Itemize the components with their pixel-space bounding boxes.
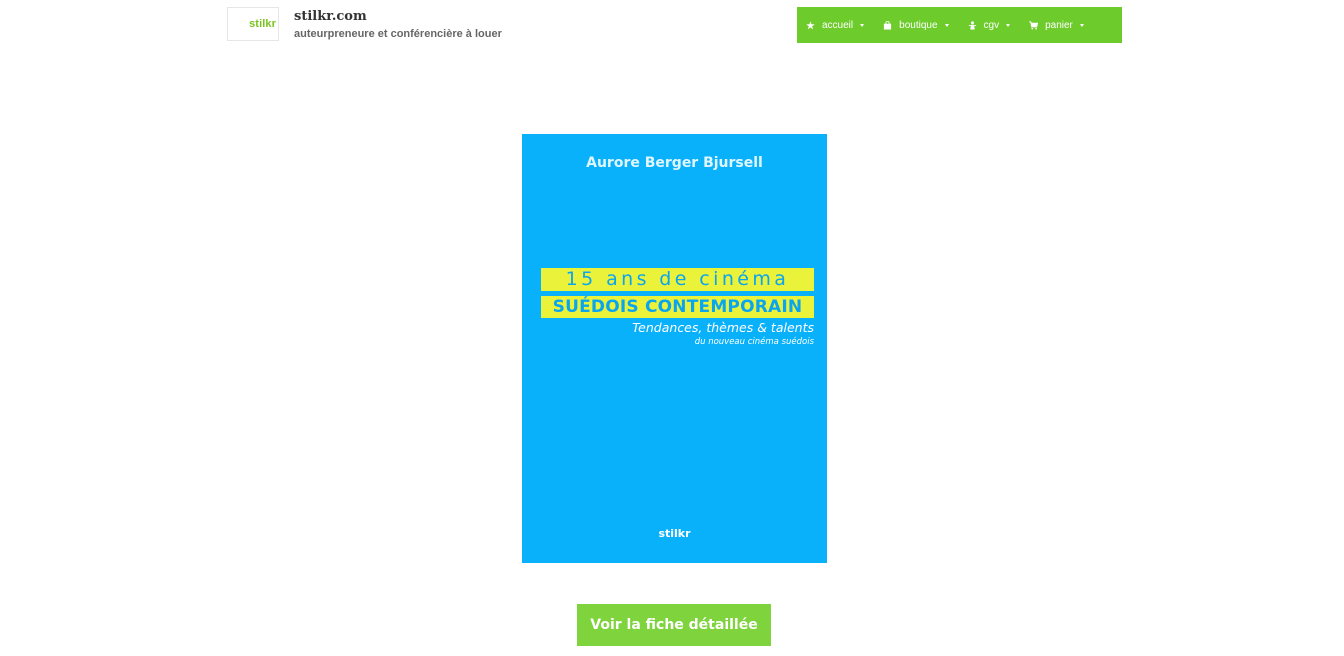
nav-label-cgv: cgv (983, 19, 1000, 31)
cover-author: Aurore Berger Bjursell (586, 155, 763, 171)
view-details-button[interactable]: Voir la fiche détaillée (577, 604, 771, 646)
main-nav: accueil boutique cgv panier (797, 7, 1122, 43)
site-logo[interactable]: stilkr (227, 7, 279, 41)
caret-down-icon (944, 23, 949, 27)
nav-label-boutique: boutique (899, 19, 938, 31)
nav-item-accueil[interactable]: accueil (806, 7, 865, 43)
nav-item-boutique[interactable]: boutique (883, 7, 949, 43)
cover-title-line1: 15 ans de cinéma (541, 268, 814, 291)
cover-publisher: stilkr (658, 527, 691, 540)
nav-label-accueil: accueil (822, 19, 854, 31)
cover-title-line2: SUÉDOIS CONTEMPORAIN (541, 296, 814, 318)
caret-down-icon (1006, 23, 1011, 27)
site-title[interactable]: stilkr.com (294, 9, 367, 24)
cart-icon (1029, 20, 1039, 30)
nav-label-panier: panier (1045, 19, 1073, 31)
cover-subtitle: Tendances, thèmes & talents (632, 320, 814, 335)
site-tagline: auteurpreneure et conférencière à louer (294, 28, 502, 40)
caret-down-icon (860, 23, 865, 27)
nav-item-panier[interactable]: panier (1029, 7, 1084, 43)
book-cover[interactable]: Aurore Berger Bjursell 15 ans de cinéma … (522, 134, 827, 563)
nav-item-cgv[interactable]: cgv (968, 7, 1011, 43)
caret-down-icon (1079, 23, 1084, 27)
page: stilkr stilkr.com auteurpreneure et conf… (0, 0, 1344, 656)
legal-document-icon (968, 20, 977, 30)
logo-text: stilkr (249, 18, 276, 30)
shopping-bag-icon (883, 20, 892, 30)
star-icon (806, 20, 815, 30)
cover-subtitle-small: du nouveau cinéma suédois (694, 337, 814, 347)
